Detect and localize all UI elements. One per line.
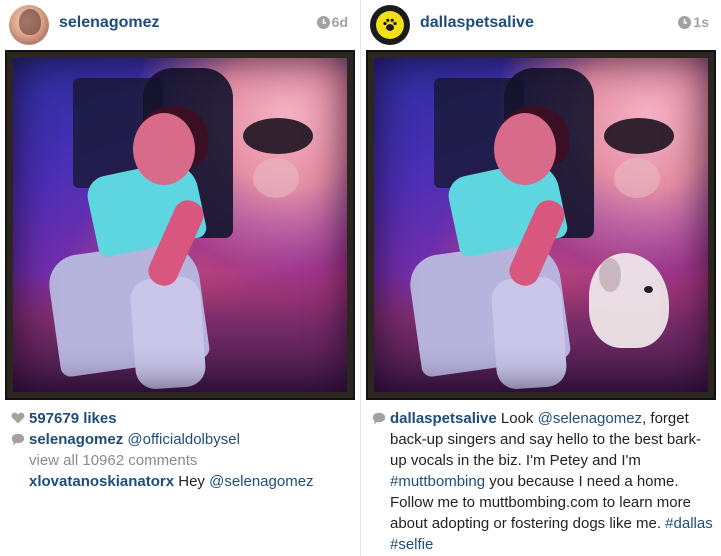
hashtag-link[interactable]: #dallas [665, 515, 713, 532]
photo-image [13, 58, 347, 392]
caption-segment: Look [500, 410, 538, 427]
post-time: 1s [678, 14, 709, 30]
time-label: 1s [693, 14, 709, 30]
username[interactable]: selenagomez [59, 14, 159, 32]
caption-row: selenagomez @officialdolbysel [10, 429, 355, 450]
photo-image [374, 58, 708, 392]
avatar[interactable] [370, 5, 410, 45]
post-dallaspetsalive: dallaspetsalive 1s dallaspetsalive Look … [361, 0, 721, 556]
comment-row: xlovatanoskianatorx Hey @selenagomez [29, 471, 355, 492]
paw-icon [383, 18, 397, 31]
likes-row[interactable]: 597679 likes [10, 408, 355, 429]
comment-icon [11, 433, 25, 446]
view-all-comments[interactable]: view all 10962 comments [29, 450, 355, 471]
caption-row: dallaspetsalive Look @selenagomez, forge… [371, 408, 716, 555]
clock-icon [316, 16, 330, 29]
post-photo[interactable] [366, 50, 716, 400]
comment-text: Hey [178, 473, 205, 490]
comment-mention[interactable]: @selenagomez [209, 473, 313, 490]
heart-icon [11, 412, 25, 424]
username[interactable]: dallaspetsalive [420, 14, 534, 32]
hashtag-link[interactable]: #selfie [390, 536, 433, 553]
post-header: dallaspetsalive 1s [361, 0, 721, 50]
comment-username[interactable]: xlovatanoskianatorx [29, 473, 174, 490]
post-photo[interactable] [5, 50, 355, 400]
mention-link[interactable]: @selenagomez [538, 410, 642, 427]
caption-text: dallaspetsalive Look @selenagomez, forge… [390, 408, 716, 555]
post-time: 6d [316, 14, 348, 30]
caption-username[interactable]: selenagomez [29, 431, 123, 448]
clock-icon [678, 16, 692, 29]
comment-icon [372, 412, 386, 425]
caption-username[interactable]: dallaspetsalive [390, 410, 497, 427]
caption-mention[interactable]: @officialdolbysel [127, 431, 240, 448]
post-meta: dallaspetsalive Look @selenagomez, forge… [371, 408, 716, 555]
post-selenagomez: selenagomez 6d 597679 likes selenagomez … [0, 0, 360, 556]
post-header: selenagomez 6d [0, 0, 360, 50]
post-meta: 597679 likes selenagomez @officialdolbys… [10, 408, 355, 492]
hashtag-link[interactable]: #muttbombing [390, 473, 485, 490]
likes-count[interactable]: 597679 likes [29, 408, 117, 429]
time-label: 6d [331, 14, 348, 30]
avatar[interactable] [9, 5, 49, 45]
